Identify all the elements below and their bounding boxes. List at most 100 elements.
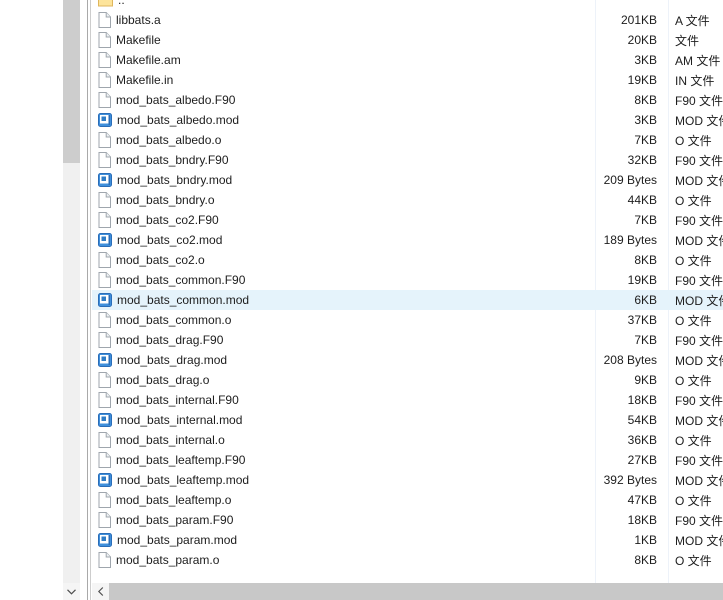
file-row[interactable]: mod_bats_common.mod 6KB MOD 文件 bbox=[92, 290, 723, 310]
file-size: 19KB bbox=[595, 273, 668, 287]
file-row[interactable]: Makefile 20KB 文件 bbox=[92, 30, 723, 50]
file-row[interactable]: mod_bats_bndry.mod 209 Bytes MOD 文件 bbox=[92, 170, 723, 190]
file-icon bbox=[98, 512, 111, 528]
file-size: 201KB bbox=[595, 13, 668, 27]
file-name-cell: mod_bats_internal.F90 bbox=[92, 392, 595, 408]
file-size: 1KB bbox=[595, 533, 668, 547]
mod-file-icon bbox=[98, 233, 112, 247]
file-name-cell: mod_bats_common.F90 bbox=[92, 272, 595, 288]
file-name-cell: mod_bats_common.mod bbox=[92, 293, 595, 307]
file-list: .. libbats.a 201KB A 文件 bbox=[92, 0, 723, 583]
file-row[interactable]: mod_bats_albedo.o 7KB O 文件 bbox=[92, 130, 723, 150]
file-name-cell: mod_bats_drag.mod bbox=[92, 353, 595, 367]
file-name: mod_bats_co2.o bbox=[116, 253, 205, 267]
file-row[interactable]: mod_bats_bndry.F90 32KB F90 文件 bbox=[92, 150, 723, 170]
file-name: mod_bats_param.mod bbox=[117, 533, 237, 547]
file-row[interactable]: mod_bats_internal.F90 18KB F90 文件 bbox=[92, 390, 723, 410]
scroll-down-button[interactable] bbox=[63, 583, 80, 600]
file-row[interactable]: mod_bats_drag.o 9KB O 文件 bbox=[92, 370, 723, 390]
file-icon bbox=[98, 212, 111, 228]
file-size: 3KB bbox=[595, 113, 668, 127]
file-name-cell: mod_bats_leaftemp.o bbox=[92, 492, 595, 508]
file-row[interactable]: mod_bats_internal.o 36KB O 文件 bbox=[92, 430, 723, 450]
file-size: 47KB bbox=[595, 493, 668, 507]
file-type: O 文件 bbox=[668, 492, 712, 509]
file-icon bbox=[98, 32, 111, 48]
file-row[interactable]: mod_bats_bndry.o 44KB O 文件 bbox=[92, 190, 723, 210]
file-row[interactable]: mod_bats_internal.mod 54KB MOD 文件 bbox=[92, 410, 723, 430]
folder-icon bbox=[98, 0, 113, 7]
file-name: mod_bats_leaftemp.mod bbox=[117, 473, 249, 487]
file-type: MOD 文件 bbox=[668, 112, 723, 129]
panel-divider-line bbox=[90, 0, 91, 600]
file-row[interactable]: mod_bats_albedo.F90 8KB F90 文件 bbox=[92, 90, 723, 110]
vertical-scrollbar[interactable] bbox=[63, 0, 80, 583]
file-type: F90 文件 bbox=[668, 392, 723, 409]
file-size: 18KB bbox=[595, 393, 668, 407]
file-icon bbox=[98, 132, 111, 148]
file-name: mod_bats_internal.F90 bbox=[116, 393, 239, 407]
file-row[interactable]: mod_bats_co2.o 8KB O 文件 bbox=[92, 250, 723, 270]
file-row[interactable]: mod_bats_leaftemp.o 47KB O 文件 bbox=[92, 490, 723, 510]
file-name-cell: Makefile.am bbox=[92, 52, 595, 68]
file-name: mod_bats_co2.F90 bbox=[116, 213, 219, 227]
file-row[interactable]: mod_bats_drag.mod 208 Bytes MOD 文件 bbox=[92, 350, 723, 370]
file-row[interactable]: mod_bats_drag.F90 7KB F90 文件 bbox=[92, 330, 723, 350]
file-type: O 文件 bbox=[668, 372, 712, 389]
file-row[interactable]: Makefile.am 3KB AM 文件 bbox=[92, 50, 723, 70]
mod-file-icon bbox=[98, 173, 112, 187]
file-name-cell: mod_bats_bndry.mod bbox=[92, 173, 595, 187]
file-name-cell: Makefile.in bbox=[92, 72, 595, 88]
horizontal-scrollbar[interactable] bbox=[92, 583, 723, 600]
mod-file-icon bbox=[98, 353, 112, 367]
file-icon bbox=[98, 492, 111, 508]
file-size: 36KB bbox=[595, 433, 668, 447]
mod-file-icon bbox=[98, 293, 112, 307]
file-row[interactable]: mod_bats_albedo.mod 3KB MOD 文件 bbox=[92, 110, 723, 130]
file-name-cell: mod_bats_albedo.mod bbox=[92, 113, 595, 127]
file-icon bbox=[98, 372, 111, 388]
file-size: 20KB bbox=[595, 33, 668, 47]
file-name-cell: mod_bats_co2.mod bbox=[92, 233, 595, 247]
file-name-cell: mod_bats_common.o bbox=[92, 312, 595, 328]
file-row[interactable]: mod_bats_co2.F90 7KB F90 文件 bbox=[92, 210, 723, 230]
file-row[interactable]: Makefile.in 19KB IN 文件 bbox=[92, 70, 723, 90]
file-icon bbox=[98, 72, 111, 88]
vertical-scrollbar-thumb[interactable] bbox=[63, 0, 80, 163]
file-type: F90 文件 bbox=[668, 152, 723, 169]
mod-file-icon bbox=[98, 113, 112, 127]
file-icon bbox=[98, 552, 111, 568]
file-row[interactable]: mod_bats_param.o 8KB O 文件 bbox=[92, 550, 723, 570]
file-type: O 文件 bbox=[668, 552, 712, 569]
file-name-cell: mod_bats_drag.F90 bbox=[92, 332, 595, 348]
mod-file-icon bbox=[98, 473, 112, 487]
file-row[interactable]: mod_bats_param.F90 18KB F90 文件 bbox=[92, 510, 723, 530]
file-name: mod_bats_leaftemp.o bbox=[116, 493, 231, 507]
file-row[interactable]: mod_bats_param.mod 1KB MOD 文件 bbox=[92, 530, 723, 550]
file-row[interactable]: mod_bats_leaftemp.mod 392 Bytes MOD 文件 bbox=[92, 470, 723, 490]
file-type: MOD 文件 bbox=[668, 292, 723, 309]
file-size: 3KB bbox=[595, 53, 668, 67]
file-row[interactable]: libbats.a 201KB A 文件 bbox=[92, 10, 723, 30]
file-size: 19KB bbox=[595, 73, 668, 87]
file-type: O 文件 bbox=[668, 252, 712, 269]
file-row[interactable]: .. bbox=[92, 0, 723, 10]
file-name-cell: .. bbox=[92, 0, 595, 7]
chevron-left-icon bbox=[98, 587, 104, 596]
file-row[interactable]: mod_bats_co2.mod 189 Bytes MOD 文件 bbox=[92, 230, 723, 250]
file-name-cell: mod_bats_co2.F90 bbox=[92, 212, 595, 228]
file-name-cell: mod_bats_bndry.F90 bbox=[92, 152, 595, 168]
file-row[interactable]: mod_bats_common.F90 19KB F90 文件 bbox=[92, 270, 723, 290]
scroll-left-button[interactable] bbox=[92, 583, 109, 600]
file-size: 7KB bbox=[595, 213, 668, 227]
file-name-cell: mod_bats_albedo.o bbox=[92, 132, 595, 148]
file-type: F90 文件 bbox=[668, 212, 723, 229]
file-row[interactable]: mod_bats_common.o 37KB O 文件 bbox=[92, 310, 723, 330]
file-size: 32KB bbox=[595, 153, 668, 167]
file-name: libbats.a bbox=[116, 13, 161, 27]
horizontal-scrollbar-thumb[interactable] bbox=[109, 583, 723, 600]
file-type: MOD 文件 bbox=[668, 472, 723, 489]
file-name: mod_bats_common.mod bbox=[117, 293, 249, 307]
file-row[interactable]: mod_bats_leaftemp.F90 27KB F90 文件 bbox=[92, 450, 723, 470]
file-name-cell: mod_bats_internal.o bbox=[92, 432, 595, 448]
